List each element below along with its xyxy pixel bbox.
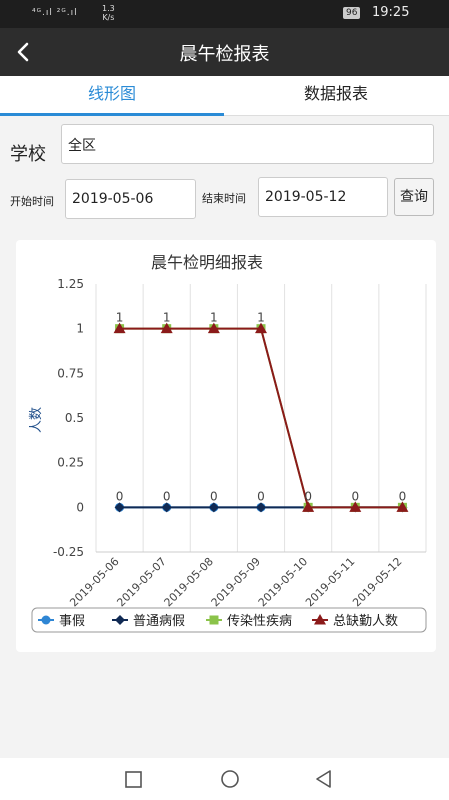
- data-label: 0: [163, 489, 171, 503]
- y-tick-label: 0.5: [65, 411, 84, 425]
- status-time: 19:25: [372, 5, 410, 20]
- back-nav-button[interactable]: [312, 768, 336, 790]
- tab-bar: 线形图 数据报表: [0, 76, 449, 116]
- legend-marker: [209, 615, 219, 625]
- x-tick-label: 2019-05-10: [256, 555, 310, 609]
- y-tick-label: 1.25: [57, 277, 84, 291]
- square-icon: [125, 771, 142, 788]
- x-tick-label: 2019-05-12: [350, 555, 404, 609]
- y-tick-label: -0.25: [53, 545, 84, 559]
- active-tab-indicator: [0, 113, 224, 116]
- series-line-3: [119, 327, 403, 509]
- y-axis-label: 人数: [29, 407, 44, 433]
- legend-label: 传染性疾病: [227, 614, 292, 629]
- data-label: 0: [257, 489, 265, 503]
- data-label: 1: [210, 311, 218, 325]
- x-tick-label: 2019-05-08: [162, 555, 216, 609]
- tab-line-chart[interactable]: 线形图: [0, 76, 224, 116]
- system-nav-bar: [0, 758, 449, 800]
- recent-apps-button[interactable]: [122, 768, 146, 790]
- legend-marker: [41, 615, 51, 625]
- y-tick-label: 0.75: [57, 366, 84, 380]
- data-label: 0: [351, 489, 359, 503]
- triangle-back-icon: [316, 770, 331, 788]
- data-label: 1: [163, 311, 171, 325]
- data-label: 0: [116, 489, 124, 503]
- data-label: 1: [116, 311, 124, 325]
- chart-card: 晨午检明细报表 人数 1.25 1 0.75 0.5 0.25 0 -0.25 2019-05-0…: [16, 240, 436, 652]
- legend-label: 普通病假: [133, 614, 185, 629]
- data-label: 0: [399, 489, 407, 503]
- x-tick-label: 2019-05-06: [67, 555, 121, 609]
- network-speed: 1.3 K/s: [102, 4, 115, 22]
- y-tick-label: 1: [76, 322, 84, 336]
- end-date-label: 结束时间: [202, 192, 246, 205]
- school-label: 学校: [10, 144, 46, 165]
- tab-data-report[interactable]: 数据报表: [224, 76, 448, 116]
- x-tick-label: 2019-05-11: [303, 555, 357, 609]
- y-tick-label: 0.25: [57, 456, 84, 470]
- end-date-field[interactable]: 2019-05-12: [258, 177, 388, 217]
- start-date-label: 开始时间: [10, 195, 54, 208]
- x-tick-label: 2019-05-07: [114, 555, 168, 609]
- status-bar: ⁴ᴳ.ıl ²ᴳ.ıl 1.3 K/s 96 19:25: [0, 0, 449, 28]
- signal-icon: ⁴ᴳ.ıl ²ᴳ.ıl: [32, 8, 78, 18]
- network-speed-value: 1.3: [102, 4, 115, 13]
- battery-indicator: 96: [343, 7, 361, 19]
- home-button[interactable]: [218, 768, 242, 790]
- data-label: 1: [257, 311, 265, 325]
- data-point: [114, 502, 125, 513]
- circle-icon: [221, 770, 239, 788]
- chart-title: 晨午检明细报表: [151, 253, 263, 272]
- legend-label: 事假: [59, 614, 85, 629]
- series-line-2: [119, 327, 403, 509]
- app-bar: 晨午检报表: [0, 28, 449, 76]
- data-point: [256, 502, 266, 513]
- line-chart: 晨午检明细报表人数1.2510.750.50.250-0.252019-05-0…: [29, 253, 427, 633]
- data-label: 0: [304, 489, 312, 503]
- legend-label: 总缺勤人数: [333, 614, 398, 629]
- x-tick-label: 2019-05-09: [209, 555, 263, 609]
- data-point: [208, 502, 219, 513]
- data-point: [161, 502, 172, 513]
- page-title: 晨午检报表: [179, 44, 270, 65]
- query-button[interactable]: 查询: [394, 178, 434, 216]
- start-date-field[interactable]: 2019-05-06: [65, 179, 196, 219]
- data-label: 0: [210, 489, 218, 503]
- school-select[interactable]: 全区: [61, 124, 434, 164]
- network-speed-unit: K/s: [102, 13, 115, 22]
- y-tick-label: 0: [76, 500, 84, 514]
